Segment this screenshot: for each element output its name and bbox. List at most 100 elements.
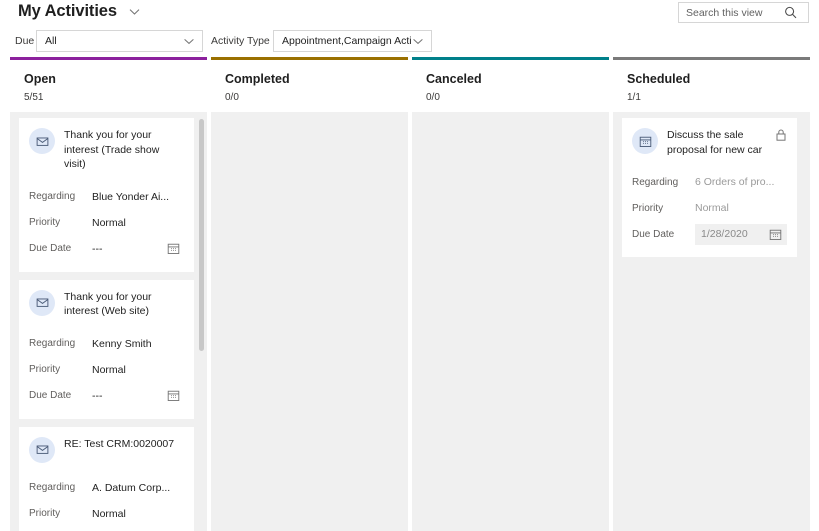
envelope-icon (29, 289, 55, 316)
column-card-list (412, 112, 609, 531)
priority-field-row: Priority Normal (632, 195, 787, 221)
envelope-icon (29, 436, 55, 463)
column-card-list: Discuss the sale proposal for new car Reg… (613, 112, 810, 531)
app-header: My Activities (0, 0, 819, 27)
regarding-value[interactable]: A. Datum Corp... (92, 482, 184, 494)
due-date-label: Due Date (29, 390, 72, 401)
priority-label: Priority (29, 217, 61, 228)
priority-field-row: Priority Normal (29, 501, 184, 527)
card-title: RE: Test CRM:0020007 (64, 437, 175, 450)
card-fields: Regarding 6 Orders of pro... Priority Norma… (632, 169, 787, 247)
search-icon[interactable] (783, 5, 799, 21)
column-title: Completed (225, 72, 290, 86)
activity-card[interactable]: Thank you for your interest (Web site) Re… (19, 279, 194, 419)
due-date-field-row: Due Date--- (29, 527, 184, 531)
calendar-icon[interactable] (167, 242, 180, 255)
priority-label: Priority (29, 364, 61, 375)
search-input[interactable] (679, 3, 783, 22)
due-filter-dropdown[interactable]: All (36, 30, 203, 52)
due-date-label: Due Date (29, 243, 72, 254)
column-count: 5/51 (24, 92, 44, 103)
kanban-column: Canceled 0/0 (412, 57, 609, 531)
column-count: 1/1 (627, 92, 641, 103)
due-date-input[interactable]: --- (92, 385, 184, 406)
regarding-field-row: Regarding 6 Orders of pro... (632, 169, 787, 195)
kanban-board: Open 5/51 Thank you for your interest (Tra… (10, 57, 811, 531)
lock-icon (775, 128, 787, 142)
regarding-value[interactable]: Kenny Smith (92, 338, 184, 350)
regarding-field-row: Regarding Blue Yonder Ai... (29, 184, 184, 210)
activity-type-filter-dropdown[interactable]: Appointment,Campaign Acti... (273, 30, 432, 52)
column-header[interactable]: Completed 0/0 (211, 60, 408, 112)
column-header[interactable]: Canceled 0/0 (412, 60, 609, 112)
due-date-input[interactable]: --- (92, 238, 184, 259)
due-date-value: 1/28/2020 (701, 228, 748, 240)
priority-value[interactable]: Normal (92, 364, 184, 376)
kanban-column: Open 5/51 Thank you for your interest (Tra… (10, 57, 207, 531)
column-scrollbar[interactable] (199, 119, 204, 351)
column-card-list (211, 112, 408, 531)
regarding-label: Regarding (29, 338, 76, 349)
calendar-icon[interactable] (769, 228, 782, 241)
column-header[interactable]: Scheduled 1/1 (613, 60, 810, 112)
card-header: Thank you for your interest (Web site) (29, 289, 184, 319)
priority-value[interactable]: Normal (92, 508, 184, 520)
column-header[interactable]: Open 5/51 (10, 60, 207, 112)
card-fields: Regarding Kenny Smith Priority Normal Due Da… (29, 331, 184, 409)
calendar-icon (632, 128, 658, 154)
regarding-field-row: Regarding A. Datum Corp... (29, 475, 184, 501)
card-header: Discuss the sale proposal for new car (632, 127, 787, 157)
card-header: RE: Test CRM:0020007 (29, 436, 184, 463)
regarding-value[interactable]: 6 Orders of pro... (695, 176, 787, 188)
chevron-down-icon[interactable] (128, 5, 141, 18)
kanban-column: Completed 0/0 (211, 57, 408, 531)
envelope-icon (29, 128, 55, 154)
filter-bar: Due All Activity Type Appointment,Campai… (0, 30, 819, 54)
regarding-label: Regarding (29, 482, 76, 493)
search-box[interactable] (678, 2, 809, 23)
priority-field-row: Priority Normal (29, 357, 184, 383)
column-card-list: Thank you for your interest (Trade show … (10, 112, 207, 531)
priority-value[interactable]: Normal (695, 202, 787, 214)
card-header: Thank you for your interest (Trade show … (29, 127, 184, 172)
regarding-field-row: Regarding Kenny Smith (29, 331, 184, 357)
due-filter-label: Due (15, 35, 35, 47)
due-date-value: --- (92, 389, 103, 402)
card-title: Thank you for your interest (Trade show … (64, 129, 160, 170)
activities-kanban-app: My Activities Due All (0, 0, 819, 531)
column-count: 0/0 (426, 92, 440, 103)
activity-card[interactable]: Discuss the sale proposal for new car Reg… (622, 118, 797, 257)
due-date-value: --- (92, 242, 103, 255)
due-date-field-row: Due Date 1/28/2020 (632, 221, 787, 247)
due-date-input[interactable]: 1/28/2020 (695, 223, 787, 245)
chevron-down-icon[interactable] (411, 34, 425, 48)
activity-card[interactable]: Thank you for your interest (Trade show … (19, 118, 194, 272)
view-selector[interactable]: My Activities (18, 0, 141, 22)
card-fields: Regarding A. Datum Corp... Priority Normal D… (29, 475, 184, 531)
card-title: Discuss the sale proposal for new car (667, 129, 763, 156)
regarding-label: Regarding (632, 176, 679, 188)
priority-label: Priority (632, 202, 664, 214)
column-title: Open (24, 72, 56, 86)
regarding-label: Regarding (29, 191, 76, 202)
due-date-field-row: Due Date --- (29, 236, 184, 262)
kanban-column: Scheduled 1/1 Discuss the sale proposal fo… (613, 57, 810, 531)
due-date-label: Due Date (632, 228, 675, 240)
activity-type-filter-value: Appointment,Campaign Acti... (282, 35, 411, 47)
page-title: My Activities (18, 2, 117, 20)
due-filter-value: All (45, 35, 57, 47)
priority-value[interactable]: Normal (92, 217, 184, 229)
column-title: Scheduled (627, 72, 691, 86)
calendar-icon[interactable] (167, 389, 180, 402)
chevron-down-icon[interactable] (182, 34, 196, 48)
activity-card[interactable]: RE: Test CRM:0020007 Regarding A. Datum Co… (19, 426, 194, 531)
priority-field-row: Priority Normal (29, 210, 184, 236)
priority-label: Priority (29, 508, 61, 519)
activity-type-filter-label: Activity Type (211, 35, 270, 47)
column-title: Canceled (426, 72, 482, 86)
due-date-field-row: Due Date --- (29, 383, 184, 409)
regarding-value[interactable]: Blue Yonder Ai... (92, 191, 184, 203)
card-fields: Regarding Blue Yonder Ai... Priority Normal… (29, 184, 184, 262)
card-title: Thank you for your interest (Web site) (64, 290, 152, 318)
column-count: 0/0 (225, 92, 239, 103)
